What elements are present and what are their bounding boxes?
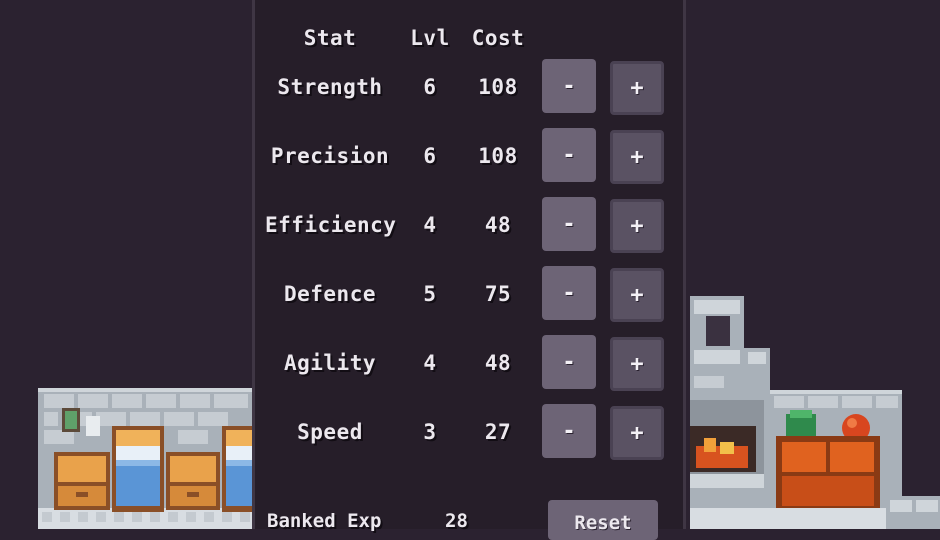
stat-cost-precision: 108 (478, 144, 518, 168)
decrease-precision-button[interactable]: - (542, 128, 596, 182)
stat-cost-speed: 27 (484, 420, 512, 444)
reset-button[interactable]: Reset (548, 500, 658, 540)
stat-level-agility: 4 (423, 351, 437, 375)
stat-level-precision: 6 (423, 144, 437, 168)
increase-agility-button[interactable]: + (610, 337, 664, 391)
increase-efficiency-button[interactable]: + (610, 199, 664, 253)
kitchen-scene (690, 296, 940, 529)
stat-name-speed: Speed (297, 420, 363, 444)
decrease-speed-button[interactable]: - (542, 404, 596, 458)
stat-level-strength: 6 (423, 75, 437, 99)
increase-speed-button[interactable]: + (610, 406, 664, 460)
increase-strength-button[interactable]: + (610, 61, 664, 115)
increase-precision-button[interactable]: + (610, 130, 664, 184)
stat-name-agility: Agility (283, 351, 376, 375)
stat-cost-agility: 48 (484, 351, 512, 375)
increase-defence-button[interactable]: + (610, 268, 664, 322)
stat-cost-efficiency: 48 (484, 213, 512, 237)
header-stat: Stat (303, 26, 357, 50)
stat-cost-strength: 108 (478, 75, 518, 99)
stat-name-efficiency: Efficiency (265, 213, 397, 237)
stat-cost-defence: 75 (484, 282, 512, 306)
stats-panel: Stat Lvl Cost Strength 6 108 - + Precisi… (252, 0, 686, 540)
decrease-efficiency-button[interactable]: - (542, 197, 596, 251)
stat-level-defence: 5 (423, 282, 437, 306)
stat-name-strength: Strength (277, 75, 383, 99)
stat-name-defence: Defence (283, 282, 376, 306)
header-level: Lvl (410, 26, 450, 50)
bedroom-scene (38, 388, 252, 529)
stat-level-speed: 3 (423, 420, 437, 444)
decrease-defence-button[interactable]: - (542, 266, 596, 320)
stat-level-efficiency: 4 (423, 213, 437, 237)
stat-name-precision: Precision (270, 144, 390, 168)
decrease-agility-button[interactable]: - (542, 335, 596, 389)
decrease-strength-button[interactable]: - (542, 59, 596, 113)
header-cost: Cost (471, 26, 525, 50)
